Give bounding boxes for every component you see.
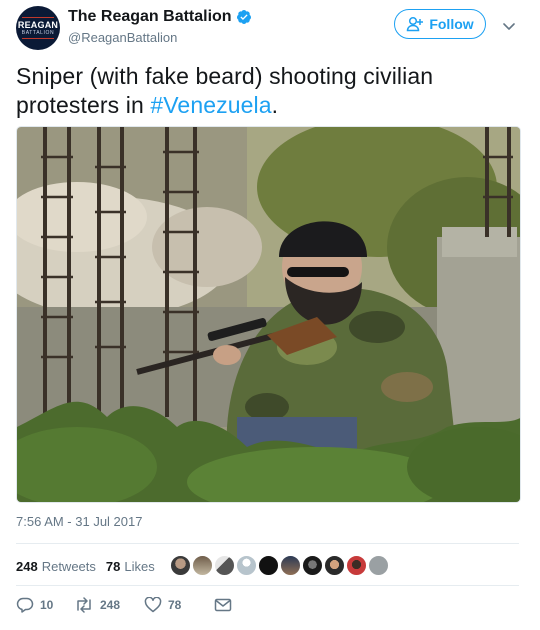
tweet-photo[interactable] xyxy=(16,126,521,503)
retweet-icon xyxy=(77,597,91,613)
direct-message-button[interactable] xyxy=(214,598,232,612)
reply-button[interactable]: 10 xyxy=(16,597,74,613)
envelope-icon xyxy=(214,598,232,612)
divider-bottom xyxy=(16,585,519,586)
retweets-stat[interactable]: 248 Retweets xyxy=(16,559,96,574)
retweet-count: 248 xyxy=(100,598,121,612)
liker-avatar[interactable] xyxy=(368,555,389,576)
likes-stat[interactable]: 78 Likes xyxy=(106,559,155,574)
tweet-text-end: . xyxy=(271,92,279,118)
divider-top xyxy=(16,543,519,544)
like-button[interactable]: 78 xyxy=(144,597,214,613)
liker-avatar[interactable] xyxy=(302,555,323,576)
hashtag-link[interactable]: #Venezuela xyxy=(150,92,271,118)
tweet-actions: 10 248 78 xyxy=(16,597,232,613)
reply-icon xyxy=(16,597,34,613)
retweet-button[interactable]: 248 xyxy=(74,597,144,613)
liker-avatar[interactable] xyxy=(346,555,367,576)
likes-label: Likes xyxy=(124,558,155,574)
liker-avatar[interactable] xyxy=(236,555,257,576)
like-count: 78 xyxy=(168,598,182,612)
author-avatar[interactable]: REAGAN BATTALION xyxy=(16,6,60,50)
avatar-text-line2: BATTALION xyxy=(21,29,55,36)
tweet-header: REAGAN BATTALION The Reagan Battalion @R… xyxy=(16,6,526,50)
liker-avatar[interactable] xyxy=(280,555,301,576)
reply-count: 10 xyxy=(40,598,54,612)
avatar-text-line1: REAGAN xyxy=(17,19,59,30)
tweet-text: Sniper (with fake beard) shooting civili… xyxy=(16,62,516,120)
follow-label: Follow xyxy=(429,16,474,32)
verified-badge-icon xyxy=(236,10,251,24)
author-handle[interactable]: @ReaganBattalion xyxy=(68,29,252,47)
heart-icon xyxy=(144,597,162,613)
retweets-label: Retweets xyxy=(41,558,96,574)
follow-button[interactable]: Follow xyxy=(394,9,486,39)
likes-count: 78 xyxy=(105,558,121,574)
liker-avatar[interactable] xyxy=(192,555,213,576)
author-info: The Reagan Battalion @ReaganBattalion xyxy=(68,7,252,47)
liker-avatar[interactable] xyxy=(258,555,279,576)
chevron-down-icon[interactable] xyxy=(502,19,516,33)
add-user-icon xyxy=(407,16,424,32)
sniper-photo xyxy=(17,127,520,502)
liker-avatar[interactable] xyxy=(324,555,345,576)
retweets-count: 248 xyxy=(16,558,38,574)
author-name-row[interactable]: The Reagan Battalion xyxy=(68,7,252,27)
tweet-timestamp[interactable]: 7:56 AM - 31 Jul 2017 xyxy=(16,514,142,529)
liker-avatars xyxy=(170,555,390,576)
liker-avatar[interactable] xyxy=(170,555,191,576)
tweet-stats: 248 Retweets 78 Likes xyxy=(16,553,165,579)
author-display-name[interactable]: The Reagan Battalion xyxy=(68,7,232,27)
liker-avatar[interactable] xyxy=(214,555,235,576)
